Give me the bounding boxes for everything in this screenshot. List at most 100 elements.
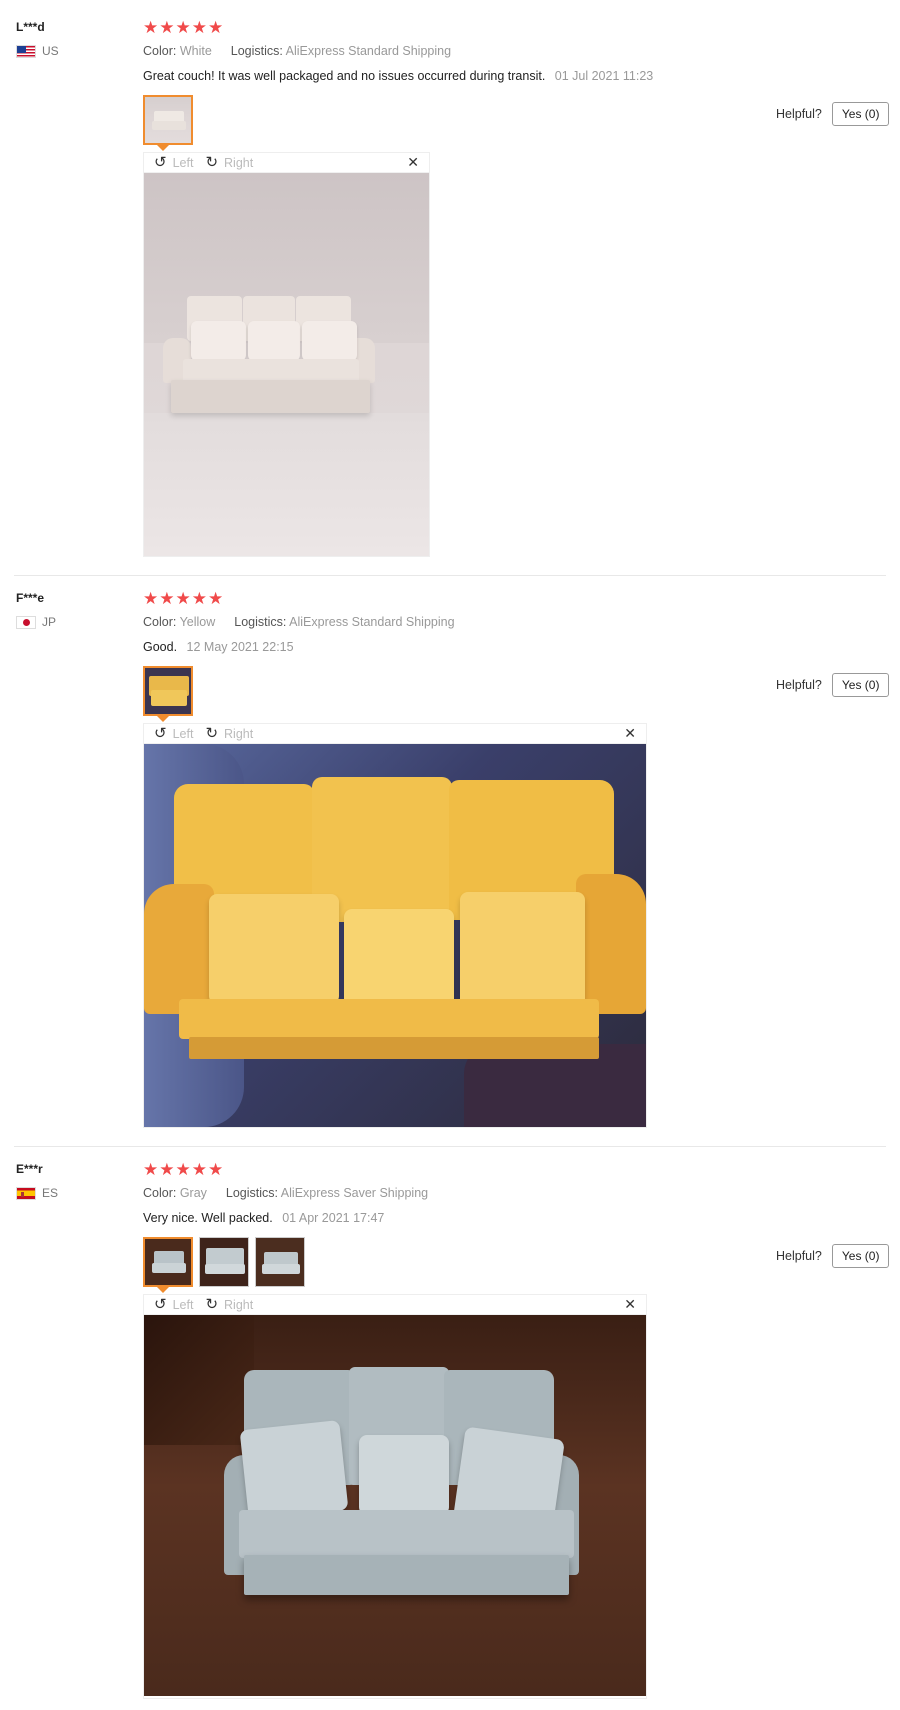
rotate-right-button[interactable]: ↻ Right xyxy=(205,155,253,170)
white-sofa-photo xyxy=(144,173,429,556)
es-flag-icon xyxy=(16,1186,36,1200)
rotate-left-button[interactable]: ↺ Left xyxy=(154,726,193,741)
rotate-left-button[interactable]: ↺ Left xyxy=(154,1297,193,1312)
review-date: 01 Jul 2021 11:23 xyxy=(554,69,654,83)
photo-thumbnail[interactable] xyxy=(143,95,193,145)
color-value: White xyxy=(179,44,212,58)
star-icon: ★ xyxy=(191,589,207,608)
helpful-yes-button[interactable]: Yes (0) xyxy=(831,102,890,126)
review-attributes: Color: Gray Logistics: AliExpress Saver … xyxy=(143,1186,428,1200)
photo-thumbnail[interactable] xyxy=(255,1237,305,1287)
close-icon[interactable]: ✕ xyxy=(624,1296,636,1313)
viewer-toolbar: ↺ Left ↻ Right ✕ xyxy=(144,724,646,744)
helpful-label: Helpful? xyxy=(776,678,822,692)
rotate-right-label: Right xyxy=(224,1297,254,1312)
viewer-toolbar: ↺ Left ↻ Right ✕ xyxy=(144,1295,646,1315)
comment-text: Great couch! It was well packaged and no… xyxy=(143,69,546,83)
country-code: US xyxy=(42,44,59,58)
reviewer-name: E***r xyxy=(16,1162,43,1176)
review-attributes: Color: White Logistics: AliExpress Stand… xyxy=(143,44,451,58)
logistics-label: Logistics: xyxy=(230,44,283,58)
review-date: 12 May 2021 22:15 xyxy=(186,640,294,654)
photo-viewer: ↺ Left ↻ Right ✕ xyxy=(143,1294,647,1699)
thumbnail-pointer xyxy=(157,145,169,151)
reviewer-name: F***e xyxy=(16,591,45,605)
helpful-label: Helpful? xyxy=(776,107,822,121)
color-label: Color: xyxy=(143,1186,177,1200)
review-item: E***r ES ★ ★ ★ ★ ★ Color: Gray Logistics… xyxy=(0,1142,900,1710)
color-value: Yellow xyxy=(179,615,216,629)
star-icon: ★ xyxy=(191,1160,207,1179)
star-icon: ★ xyxy=(159,1160,175,1179)
star-icon: ★ xyxy=(159,18,175,37)
logistics-value: AliExpress Saver Shipping xyxy=(280,1186,429,1200)
star-icon: ★ xyxy=(175,1160,191,1179)
rotate-left-label: Left xyxy=(172,726,194,741)
photo-viewer: ↺ Left ↻ Right ✕ xyxy=(143,723,647,1128)
helpful-label: Helpful? xyxy=(776,1249,822,1263)
us-flag-icon xyxy=(16,44,36,58)
logistics-label: Logistics: xyxy=(234,615,287,629)
thumbnail-pointer xyxy=(157,1287,169,1293)
star-rating: ★ ★ ★ ★ ★ xyxy=(143,1161,223,1178)
rotate-right-icon: ↻ xyxy=(205,154,219,171)
comment-text: Very nice. Well packed. xyxy=(143,1211,273,1225)
jp-flag-icon xyxy=(16,615,36,629)
review-comment: Good. 12 May 2021 22:15 xyxy=(143,640,294,654)
comment-text: Good. xyxy=(143,640,178,654)
photo-thumbnails xyxy=(143,666,193,716)
star-rating: ★ ★ ★ ★ ★ xyxy=(143,19,223,36)
logistics-label: Logistics: xyxy=(225,1186,278,1200)
helpful-section: Helpful? Yes (0) xyxy=(776,673,890,697)
color-label: Color: xyxy=(143,44,177,58)
rotate-left-label: Left xyxy=(172,1297,194,1312)
star-icon: ★ xyxy=(208,1160,224,1179)
rotate-right-button[interactable]: ↻ Right xyxy=(205,1297,253,1312)
rotate-right-label: Right xyxy=(224,726,254,741)
country-code: JP xyxy=(42,615,57,629)
review-comment: Great couch! It was well packaged and no… xyxy=(143,69,653,83)
thumbnail-pointer xyxy=(157,716,169,722)
rotate-left-label: Left xyxy=(172,155,194,170)
photo-viewer: ↺ Left ↻ Right ✕ xyxy=(143,152,430,557)
country-code: ES xyxy=(42,1186,59,1200)
rotate-left-icon: ↺ xyxy=(154,1296,167,1313)
star-icon: ★ xyxy=(143,589,159,608)
helpful-yes-button[interactable]: Yes (0) xyxy=(831,1244,890,1268)
close-icon[interactable]: ✕ xyxy=(624,725,636,742)
star-icon: ★ xyxy=(175,589,191,608)
helpful-yes-button[interactable]: Yes (0) xyxy=(831,673,890,697)
star-icon: ★ xyxy=(191,18,207,37)
star-icon: ★ xyxy=(208,589,224,608)
rotate-left-icon: ↺ xyxy=(154,725,167,742)
photo-thumbnails xyxy=(143,95,193,145)
star-rating: ★ ★ ★ ★ ★ xyxy=(143,590,223,607)
rotate-right-icon: ↻ xyxy=(205,1296,219,1313)
viewer-toolbar: ↺ Left ↻ Right ✕ xyxy=(144,153,429,173)
reviewer-name: L***d xyxy=(16,20,45,34)
rotate-right-icon: ↻ xyxy=(205,725,219,742)
reviewer-country: US xyxy=(16,44,59,58)
review-item: L***d US ★ ★ ★ ★ ★ Color: White Logistic… xyxy=(0,0,900,572)
reviewer-country: JP xyxy=(16,615,56,629)
yellow-sofa-photo xyxy=(144,744,646,1127)
logistics-value: AliExpress Standard Shipping xyxy=(289,615,455,629)
review-item: F***e JP ★ ★ ★ ★ ★ Color: Yellow Logisti… xyxy=(0,571,900,1143)
photo-thumbnail[interactable] xyxy=(199,1237,249,1287)
close-icon[interactable]: ✕ xyxy=(407,154,419,171)
gray-sofa-photo xyxy=(144,1315,646,1696)
photo-thumbnail[interactable] xyxy=(143,666,193,716)
color-value: Gray xyxy=(179,1186,207,1200)
star-icon: ★ xyxy=(208,18,224,37)
logistics-value: AliExpress Standard Shipping xyxy=(285,44,452,58)
star-icon: ★ xyxy=(159,589,175,608)
rotate-left-button[interactable]: ↺ Left xyxy=(154,155,193,170)
rotate-right-button[interactable]: ↻ Right xyxy=(205,726,253,741)
star-icon: ★ xyxy=(143,18,159,37)
star-icon: ★ xyxy=(143,1160,159,1179)
review-attributes: Color: Yellow Logistics: AliExpress Stan… xyxy=(143,615,455,629)
helpful-section: Helpful? Yes (0) xyxy=(776,102,890,126)
photo-thumbnail[interactable] xyxy=(143,1237,193,1287)
review-date: 01 Apr 2021 17:47 xyxy=(282,1211,385,1225)
star-icon: ★ xyxy=(175,18,191,37)
